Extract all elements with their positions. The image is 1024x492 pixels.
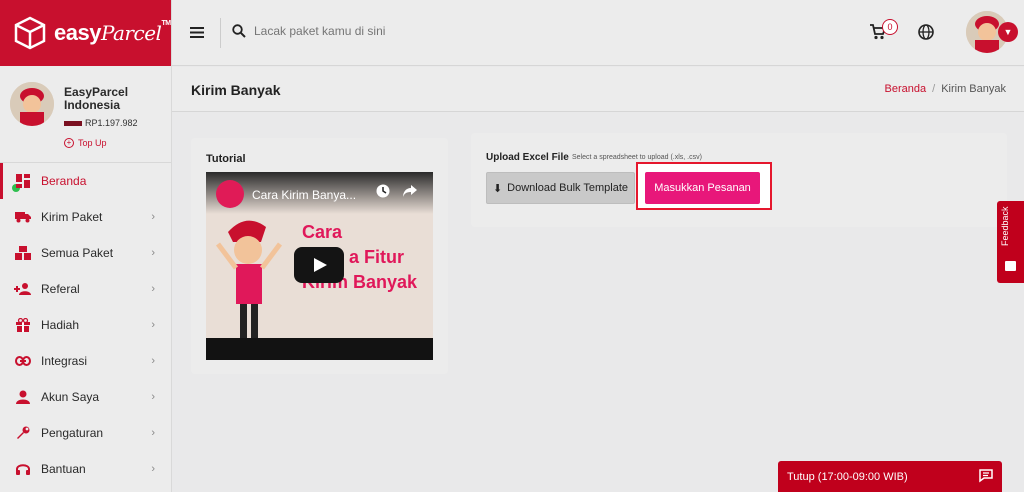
- cube-logo-icon: [14, 16, 46, 50]
- sidebar-item-semua-paket[interactable]: Semua Paket ›: [0, 235, 171, 271]
- sidebar-item-kirim-paket[interactable]: Kirim Paket ›: [0, 199, 171, 235]
- chevron-right-icon: ›: [151, 283, 155, 295]
- upload-label: Upload Excel File: [486, 152, 569, 163]
- chevron-right-icon: ›: [151, 247, 155, 259]
- profile-panel: EasyParcel Indonesia RP1.197.982 + Top U…: [0, 66, 171, 192]
- feedback-label: Feedback: [1000, 206, 1010, 246]
- topup-link[interactable]: + Top Up: [64, 138, 107, 148]
- page-title-bar: Kirim Banyak Beranda / Kirim Banyak: [172, 67, 1024, 112]
- sidebar-item-label: Hadiah: [41, 318, 80, 332]
- sidebar: easyParcelTM EasyParcel Indonesia RP1.19…: [0, 0, 172, 492]
- dashboard-icon: [14, 173, 32, 189]
- sidebar-item-akun-saya[interactable]: Akun Saya ›: [0, 379, 171, 415]
- video-title: Cara Kirim Banya...: [252, 188, 357, 202]
- submit-orders-button[interactable]: Masukkan Pesanan: [645, 172, 760, 204]
- search-bar: [232, 24, 554, 38]
- user-icon: [14, 389, 32, 405]
- sidebar-item-label: Pengaturan: [41, 426, 104, 440]
- chat-bar[interactable]: Tutup (17:00-09:00 WIB): [778, 461, 1002, 492]
- share-icon[interactable]: [402, 184, 418, 198]
- tutorial-video[interactable]: Cara Kirim Banya... Cara a Fitur Kirim B…: [206, 172, 433, 360]
- cart-count-badge: 0: [882, 19, 898, 35]
- top-header: 0 ▼: [172, 0, 1024, 66]
- sidebar-item-integrasi[interactable]: Integrasi ›: [0, 343, 171, 379]
- upload-hint: Select a spreadsheet to upload (.xls, .c…: [572, 154, 702, 161]
- chevron-right-icon: ›: [151, 211, 155, 223]
- avatar[interactable]: [10, 82, 54, 126]
- sidebar-item-bantuan[interactable]: Bantuan ›: [0, 451, 171, 487]
- gift-icon: [14, 317, 32, 333]
- breadcrumb-home-link[interactable]: Beranda: [885, 83, 927, 95]
- sidebar-item-label: Semua Paket: [41, 246, 114, 260]
- tutorial-label: Tutorial: [206, 153, 246, 165]
- boxes-icon: [14, 245, 32, 261]
- hamburger-menu-icon[interactable]: [190, 27, 204, 38]
- video-bottom-bar: [206, 338, 433, 360]
- globe-icon[interactable]: [918, 24, 934, 40]
- chevron-right-icon: ›: [151, 355, 155, 367]
- play-button-icon[interactable]: [294, 247, 344, 283]
- chevron-down-icon[interactable]: ▼: [998, 22, 1018, 42]
- topup-label: Top Up: [78, 138, 107, 148]
- balance-value: RP1.197.982: [85, 118, 138, 128]
- search-icon: [232, 24, 246, 38]
- sidebar-item-pengaturan[interactable]: Pengaturan ›: [0, 415, 171, 451]
- breadcrumb-current: Kirim Banyak: [941, 83, 1006, 95]
- user-plus-icon: [14, 281, 32, 297]
- download-icon: ⬇: [492, 182, 503, 195]
- wrench-icon: [14, 425, 32, 441]
- sidebar-item-hadiah[interactable]: Hadiah ›: [0, 307, 171, 343]
- chat-bubble-icon: [979, 469, 993, 483]
- brand-logo: easyParcelTM: [54, 20, 171, 45]
- sidebar-item-label: Bantuan: [41, 462, 86, 476]
- sidebar-nav: Beranda Kirim Paket › Semua Paket › Refe…: [0, 163, 171, 487]
- feedback-tab[interactable]: Feedback: [997, 201, 1024, 283]
- feedback-icon: [1005, 261, 1016, 271]
- tutorial-card: Tutorial Cara Kirim Banya... Cara a Fitu…: [191, 138, 448, 374]
- chat-status-label: Tutup (17:00-09:00 WIB): [787, 470, 908, 483]
- chevron-right-icon: ›: [151, 463, 155, 475]
- sidebar-item-beranda[interactable]: Beranda: [0, 163, 171, 199]
- breadcrumb: Beranda / Kirim Banyak: [885, 83, 1006, 95]
- profile-name: EasyParcel Indonesia: [64, 85, 129, 112]
- link-icon: [14, 353, 32, 369]
- sidebar-item-label: Kirim Paket: [41, 210, 103, 224]
- download-button-label: Download Bulk Template: [507, 182, 629, 194]
- sidebar-item-label: Integrasi: [41, 354, 88, 368]
- chevron-right-icon: ›: [151, 391, 155, 403]
- sidebar-item-label: Beranda: [41, 174, 87, 188]
- search-input[interactable]: [254, 24, 554, 38]
- video-text-line1: Cara: [302, 222, 343, 242]
- breadcrumb-separator: /: [932, 83, 936, 95]
- flag-icon: [64, 120, 82, 126]
- page-title: Kirim Banyak: [191, 82, 281, 98]
- sidebar-item-referal[interactable]: Referal ›: [0, 271, 171, 307]
- download-template-button[interactable]: ⬇ Download Bulk Template: [486, 172, 635, 204]
- plus-circle-icon: +: [64, 138, 74, 148]
- channel-logo-icon: [216, 180, 244, 208]
- headset-icon: [14, 461, 32, 477]
- sidebar-item-label: Referal: [41, 282, 80, 296]
- chevron-right-icon: ›: [151, 427, 155, 439]
- profile-balance: RP1.197.982: [64, 118, 138, 128]
- clock-icon[interactable]: [376, 184, 390, 198]
- sidebar-item-label: Akun Saya: [41, 390, 100, 404]
- chevron-right-icon: ›: [151, 319, 155, 331]
- header-divider: [220, 18, 221, 48]
- truck-icon: [14, 209, 32, 225]
- video-text-line2: a Fitur: [349, 247, 405, 267]
- logo-bar[interactable]: easyParcelTM: [0, 0, 171, 66]
